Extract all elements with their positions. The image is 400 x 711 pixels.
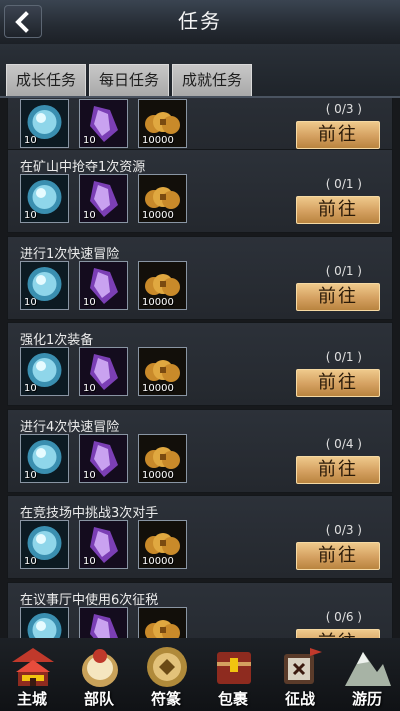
palace-icon bbox=[12, 648, 54, 686]
go-button[interactable]: 前往 bbox=[296, 283, 380, 311]
nav-travel[interactable]: 游历 bbox=[335, 638, 399, 711]
go-button[interactable]: 前往 bbox=[296, 456, 380, 484]
tab-daily-tasks[interactable]: 每日任务 bbox=[89, 64, 169, 96]
mountain-icon bbox=[345, 652, 391, 686]
task-title: 在矿山中抢夺1次资源 bbox=[20, 160, 146, 175]
reward-item-coins[interactable]: 10000 bbox=[138, 520, 187, 569]
talisman-icon bbox=[147, 647, 187, 687]
item-quantity: 10 bbox=[83, 297, 96, 308]
gold-coins-icon bbox=[139, 608, 186, 638]
task-list[interactable]: 10 10 10000( 0/3 ) 前往 在矿山中抢夺1次资源 10 10 10000( 0… bbox=[0, 98, 400, 638]
reward-item-coins[interactable]: 10000 bbox=[138, 99, 187, 148]
reward-item-orb[interactable]: 10 bbox=[20, 520, 69, 569]
reward-item-orb[interactable]: 10 bbox=[20, 434, 69, 483]
item-quantity: 10 bbox=[83, 470, 96, 481]
task-row: 在议事厅中使用6次征税10 10 10000 ( 0/6 ) 前往 bbox=[7, 582, 393, 638]
task-title: 在竞技场中挑战3次对手 bbox=[20, 506, 159, 521]
blue-orb-icon bbox=[21, 608, 68, 638]
chest-icon bbox=[217, 652, 251, 684]
tab-growth-tasks[interactable]: 成长任务 bbox=[6, 64, 86, 96]
go-button[interactable]: 前往 bbox=[296, 196, 380, 224]
item-quantity: 10 bbox=[24, 470, 37, 481]
go-button[interactable]: 前往 bbox=[296, 542, 380, 570]
task-row: 强化1次装备 10 10 10000 ( 0/1 ) 前往 bbox=[7, 322, 393, 406]
item-quantity: 10 bbox=[24, 297, 37, 308]
nav-label: 符篆 bbox=[150, 690, 181, 708]
item-quantity: 10000 bbox=[142, 135, 174, 146]
task-progress: ( 0/1 ) bbox=[325, 177, 362, 191]
task-progress: ( 0/6 ) bbox=[325, 610, 362, 624]
reward-item-crystal[interactable]: 10 bbox=[79, 99, 128, 148]
reward-item-orb[interactable]: 10 bbox=[20, 99, 69, 148]
war-flag-icon bbox=[284, 648, 322, 684]
nav-label: 征战 bbox=[284, 690, 315, 708]
nav-battle[interactable]: 征战 bbox=[268, 638, 332, 711]
reward-item-coins[interactable]: 10000 bbox=[138, 607, 187, 638]
nav-label: 部队 bbox=[83, 690, 114, 708]
header-bar: 任务 bbox=[0, 0, 400, 45]
reward-item-coins[interactable]: 10000 bbox=[138, 347, 187, 396]
nav-label: 游历 bbox=[351, 690, 382, 708]
item-quantity: 10 bbox=[83, 556, 96, 567]
reward-item-coins[interactable]: 10000 bbox=[138, 434, 187, 483]
item-quantity: 10000 bbox=[142, 470, 174, 481]
reward-item-crystal[interactable]: 10 bbox=[79, 434, 128, 483]
task-progress: ( 0/3 ) bbox=[325, 102, 362, 116]
task-progress: ( 0/4 ) bbox=[325, 437, 362, 451]
drum-icon bbox=[82, 649, 118, 687]
tab-achievement-tasks[interactable]: 成就任务 bbox=[172, 64, 252, 96]
task-row: 在竞技场中挑战3次对手 10 10 10000 ( 0/3 ) 前往 bbox=[7, 495, 393, 579]
item-quantity: 10 bbox=[24, 383, 37, 394]
item-quantity: 10000 bbox=[142, 210, 174, 221]
reward-item-orb[interactable]: 10 bbox=[20, 347, 69, 396]
task-title: 进行1次快速冒险 bbox=[20, 247, 120, 262]
task-row: 进行1次快速冒险 10 10 10000 ( 0/1 ) 前往 bbox=[7, 236, 393, 320]
task-row: 在矿山中抢夺1次资源 10 10 10000 ( 0/1 ) 前往 bbox=[7, 149, 393, 233]
reward-item-coins[interactable]: 10000 bbox=[138, 261, 187, 310]
item-quantity: 10000 bbox=[142, 297, 174, 308]
item-quantity: 10 bbox=[24, 135, 37, 146]
reward-item-crystal[interactable]: 10 bbox=[79, 607, 128, 638]
purple-crystal-icon bbox=[80, 608, 127, 638]
task-title: 进行4次快速冒险 bbox=[20, 420, 120, 435]
task-progress: ( 0/1 ) bbox=[325, 350, 362, 364]
nav-main-city[interactable]: 主城 bbox=[0, 638, 64, 711]
reward-item-orb[interactable]: 10 bbox=[20, 174, 69, 223]
reward-item-crystal[interactable]: 10 bbox=[79, 347, 128, 396]
item-quantity: 10 bbox=[83, 135, 96, 146]
item-quantity: 10 bbox=[83, 210, 96, 221]
nav-label: 主城 bbox=[16, 690, 47, 708]
tab-bar: 成长任务 每日任务 成就任务 bbox=[0, 44, 400, 98]
nav-label: 包裹 bbox=[217, 690, 248, 708]
reward-item-crystal[interactable]: 10 bbox=[79, 261, 128, 310]
nav-bag[interactable]: 包裹 bbox=[201, 638, 265, 711]
task-progress: ( 0/1 ) bbox=[325, 264, 362, 278]
item-quantity: 10 bbox=[24, 556, 37, 567]
page-title: 任务 bbox=[178, 9, 222, 33]
reward-item-coins[interactable]: 10000 bbox=[138, 174, 187, 223]
reward-item-crystal[interactable]: 10 bbox=[79, 520, 128, 569]
item-quantity: 10000 bbox=[142, 556, 174, 567]
reward-item-orb[interactable]: 10 bbox=[20, 607, 69, 638]
item-quantity: 10 bbox=[24, 210, 37, 221]
go-button[interactable]: 前往 bbox=[296, 629, 380, 638]
task-title: 强化1次装备 bbox=[20, 333, 94, 348]
reward-item-crystal[interactable]: 10 bbox=[79, 174, 128, 223]
nav-talisman[interactable]: 符篆 bbox=[134, 638, 198, 711]
task-title: 在议事厅中使用6次征税 bbox=[20, 593, 159, 608]
go-button[interactable]: 前往 bbox=[296, 121, 380, 149]
item-quantity: 10000 bbox=[142, 383, 174, 394]
item-quantity: 10 bbox=[83, 383, 96, 394]
bottom-nav: 主城 部队 符篆 包裹 征战 游历 bbox=[0, 638, 400, 711]
go-button[interactable]: 前往 bbox=[296, 369, 380, 397]
task-progress: ( 0/3 ) bbox=[325, 523, 362, 537]
reward-item-orb[interactable]: 10 bbox=[20, 261, 69, 310]
nav-troops[interactable]: 部队 bbox=[67, 638, 131, 711]
task-row: 进行4次快速冒险 10 10 10000 ( 0/4 ) 前往 bbox=[7, 409, 393, 493]
